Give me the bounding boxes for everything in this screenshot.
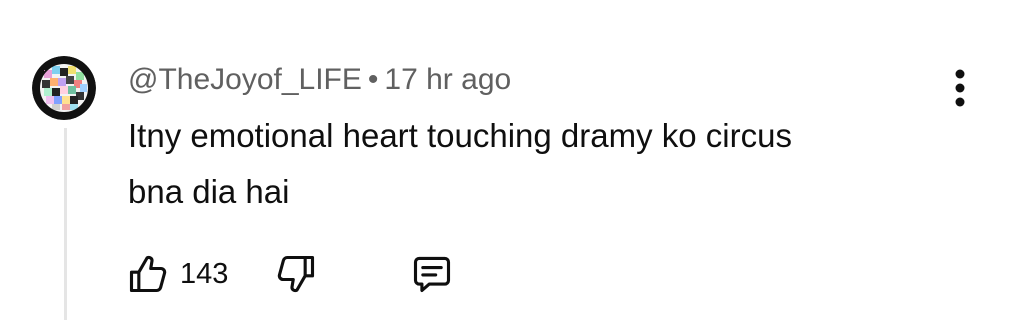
thumbs-down-icon (277, 255, 315, 293)
avatar-image (32, 56, 96, 120)
thread-line (64, 128, 67, 320)
more-vert-icon (955, 69, 965, 107)
comment-author[interactable]: @TheJoyof_LIFE (128, 63, 362, 96)
avatar[interactable] (32, 56, 96, 120)
comment-text: Itny emotional heart touching dramy ko c… (128, 117, 792, 210)
comment-time[interactable]: 17 hr ago (384, 63, 511, 96)
reply-comment-icon (413, 256, 451, 293)
more-options-button[interactable] (940, 64, 980, 112)
thumbs-up-icon (129, 255, 167, 293)
like-button[interactable]: 143 (126, 248, 228, 300)
comment-thread: @TheJoyof_LIFE • 17 hr ago Itny emotional … (0, 0, 1024, 320)
reply-button[interactable] (410, 248, 454, 300)
like-count: 143 (180, 257, 229, 290)
comment-meta: @TheJoyof_LIFE • 17 hr ago (128, 60, 511, 100)
dislike-button[interactable] (274, 248, 318, 300)
meta-separator: • (367, 63, 379, 96)
